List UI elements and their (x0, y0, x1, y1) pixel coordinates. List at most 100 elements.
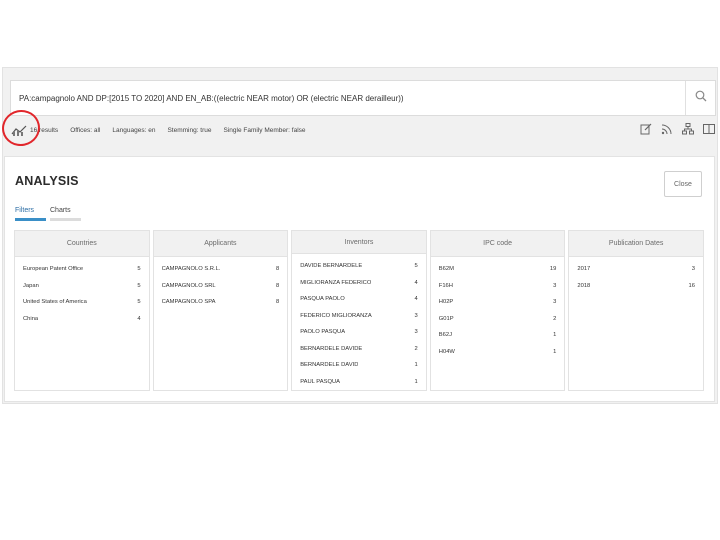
facet-label: CAMPAGNOLO SPA (161, 299, 216, 306)
facet-row[interactable]: European Patent Office 5 (23, 261, 141, 278)
facet-count: 4 (414, 279, 418, 286)
facet-count: 2 (553, 315, 557, 322)
facet-label: PAOLO PASQUA (300, 329, 346, 336)
facet-label: PAUL PASQUA (300, 378, 341, 385)
facet-row[interactable]: Japan 5 (23, 278, 141, 295)
facet-label: B62J (438, 332, 452, 339)
facet-count: 3 (414, 312, 418, 319)
facet-label: MIGLIORANZA FEDERICO (300, 279, 372, 286)
facet-count: 1 (553, 332, 557, 339)
facet-label: 2017 (577, 266, 591, 273)
facet-label: 2018 (577, 282, 591, 289)
tab-charts[interactable]: Charts (50, 207, 81, 221)
facet-countries: Countries European Patent Office 5 Japan 5… (14, 230, 150, 391)
facet-label: Japan (23, 282, 39, 289)
facet-row[interactable]: CAMPAGNOLO SRL 8 (162, 278, 280, 295)
edit-icon[interactable] (639, 122, 653, 136)
facet-ipc-code: IPC code B62M 19 F16H 3 H02P 3 G01P 2 B62J 1 … (429, 230, 566, 391)
facet-row[interactable]: China 4 (23, 311, 141, 328)
toolbar (639, 122, 716, 136)
facet-publication-dates: Publication Dates 2017 3 2018 16 (568, 230, 704, 391)
facet-row[interactable]: 2018 16 (577, 278, 695, 295)
tab-filters[interactable]: Filters (15, 207, 46, 221)
analysis-panel: ANALYSIS Close Filters Charts Countries … (4, 156, 715, 402)
facet-count: 8 (275, 282, 280, 289)
facet-row[interactable]: CAMPAGNOLO S.R.L. 8 (162, 261, 280, 278)
facet-row[interactable]: MIGLIORANZA FEDERICO 4 (300, 275, 418, 292)
facet-label: F16H (438, 282, 453, 289)
column-header: Inventors (292, 231, 426, 254)
facet-row[interactable]: G01P 2 (439, 311, 557, 328)
column-header: IPC code (430, 231, 565, 257)
facet-row[interactable]: F16H 3 (439, 278, 557, 295)
facet-label: CAMPAGNOLO SRL (161, 282, 216, 289)
filter-stemming[interactable]: Stemming: true (167, 127, 211, 134)
panel-tabs: Filters Charts (15, 207, 81, 221)
facet-count: 4 (414, 296, 418, 303)
facet-applicants: Applicants CAMPAGNOLO S.R.L. 8 CAMPAGNOLO… (152, 230, 289, 391)
facet-row[interactable]: B62M 19 (439, 261, 557, 278)
facet-label: FEDERICO MIGLIORANZA (300, 312, 372, 319)
facet-count: 1 (414, 362, 418, 369)
column-header: Publication Dates (569, 231, 703, 257)
facet-row[interactable]: H02P 3 (439, 294, 557, 311)
facet-label: PASQUA PAOLO (300, 296, 345, 303)
facet-row[interactable]: PAUL PASQUA 1 (300, 374, 418, 391)
facet-row[interactable]: 2017 3 (577, 261, 695, 278)
facet-row[interactable]: DAVIDE BERNARDELE 5 (300, 258, 418, 275)
facet-count: 8 (275, 266, 280, 273)
facet-count: 2 (414, 345, 418, 352)
facet-label: BERNARDELE DAVIDE (300, 345, 363, 352)
search-input[interactable]: PA:campagnolo AND DP:[2015 TO 2020] AND … (11, 94, 685, 103)
facet-count: 5 (137, 299, 141, 306)
filter-single-family[interactable]: Single Family Member: false (224, 127, 306, 134)
facet-grid: Countries European Patent Office 5 Japan 5… (14, 230, 704, 391)
facet-row[interactable]: PAOLO PASQUA 3 (300, 324, 418, 341)
facet-label: DAVIDE BERNARDELE (300, 263, 363, 270)
column-header: Applicants (153, 231, 288, 257)
facet-count: 4 (137, 315, 141, 322)
facet-count: 8 (275, 299, 280, 306)
column-header: Countries (15, 231, 149, 257)
facet-row[interactable]: BERNARDELE DAVID 1 (300, 357, 418, 374)
panel-title: ANALYSIS (15, 174, 79, 188)
facet-count: 3 (553, 282, 557, 289)
close-button[interactable]: Close (664, 171, 702, 197)
facet-count: 3 (553, 299, 557, 306)
split-view-icon[interactable] (702, 122, 716, 136)
facet-label: H02P (438, 299, 454, 306)
facet-label: H04W (438, 348, 455, 355)
facet-row[interactable]: PASQUA PAOLO 4 (300, 291, 418, 308)
facet-count: 1 (414, 378, 418, 385)
filter-offices[interactable]: Offices: all (70, 127, 100, 134)
facet-count: 5 (137, 266, 141, 273)
facet-label: BERNARDELE DAVID (300, 362, 359, 369)
facet-label: G01P (438, 315, 454, 322)
facet-count: 16 (688, 282, 695, 289)
hierarchy-icon[interactable] (681, 122, 695, 136)
facet-inventors: Inventors DAVIDE BERNARDELE 5 MIGLIORANZA… (291, 230, 427, 391)
facet-label: CAMPAGNOLO S.R.L. (161, 266, 221, 273)
facet-label: China (23, 315, 39, 322)
facet-row[interactable]: United States of America 5 (23, 294, 141, 311)
facet-row[interactable]: CAMPAGNOLO SPA 8 (162, 294, 280, 311)
facet-row[interactable]: H04W 1 (439, 344, 557, 361)
facet-label: European Patent Office (23, 266, 84, 273)
rss-icon[interactable] (660, 122, 674, 136)
filter-languages[interactable]: Languages: en (112, 127, 155, 134)
facet-count: 1 (553, 348, 557, 355)
facet-label: B62M (438, 266, 454, 273)
facet-count: 5 (414, 263, 418, 270)
search-bar: PA:campagnolo AND DP:[2015 TO 2020] AND … (10, 80, 716, 116)
search-icon (695, 89, 707, 107)
facet-count: 5 (137, 282, 141, 289)
facet-count: 19 (549, 266, 557, 273)
facet-row[interactable]: BERNARDELE DAVIDE 2 (300, 341, 418, 358)
facet-count: 3 (414, 329, 418, 336)
facet-label: United States of America (23, 299, 87, 306)
facet-row[interactable]: B62J 1 (439, 327, 557, 344)
facet-row[interactable]: FEDERICO MIGLIORANZA 3 (300, 308, 418, 325)
search-button[interactable] (685, 81, 715, 115)
facet-count: 3 (691, 266, 695, 273)
filter-summary-row: 16 results Offices: all Languages: en St… (10, 122, 718, 138)
